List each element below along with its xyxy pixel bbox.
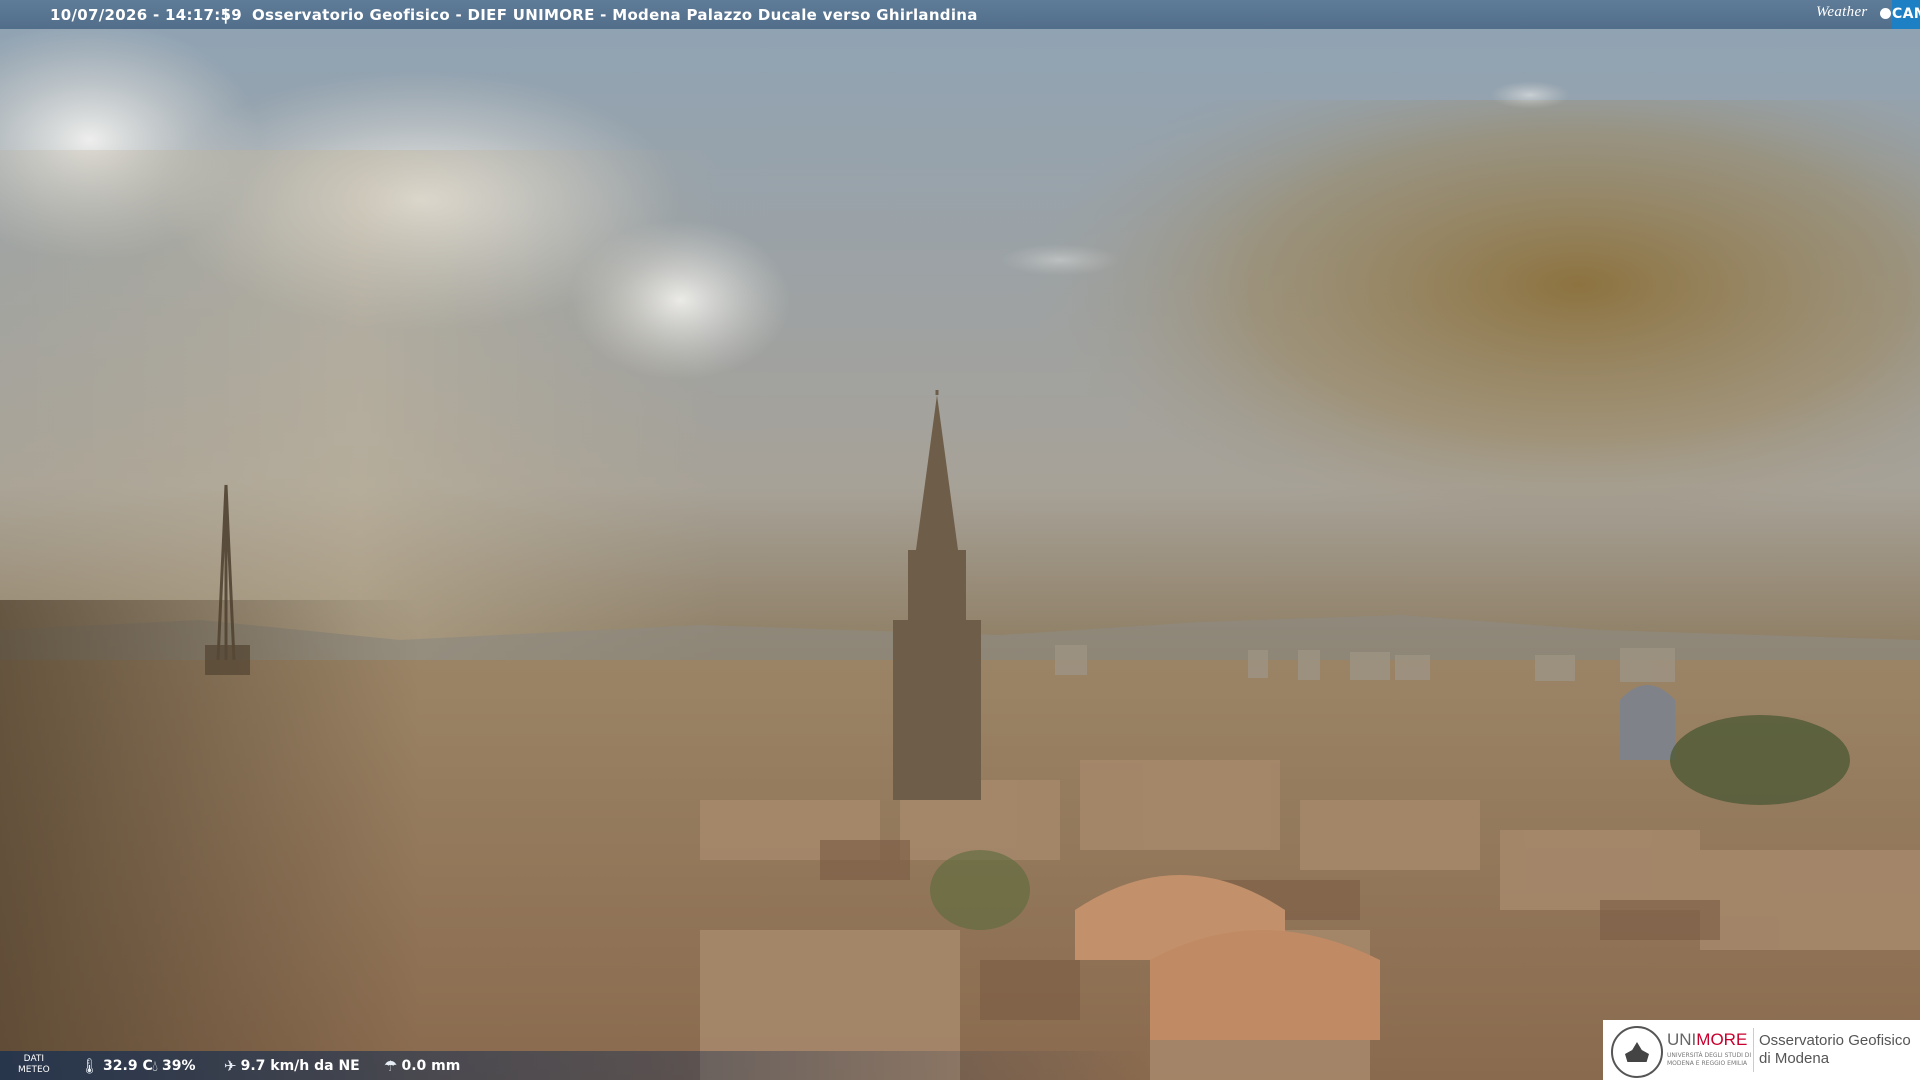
wind-reading: ✈︎ 9.7 km/h da NE — [224, 1057, 360, 1075]
station-title: Osservatorio Geofisico - DIEF UNIMORE - … — [252, 6, 978, 24]
observatory-name: Osservatorio Geofisico di Modena — [1759, 1032, 1911, 1067]
wind-icon: ✈︎ — [224, 1057, 237, 1075]
temperature-value: 32.9 C — [103, 1058, 153, 1074]
unimore-logo: UNIMORE UNIVERSITÀ DEGLI STUDI DI MODENA… — [1603, 1020, 1920, 1080]
thermometer-icon: 🌡︎ — [80, 1057, 100, 1075]
weather-data-label: DATI METEO — [18, 1054, 50, 1075]
header-separator: | — [223, 6, 229, 24]
wind-value: 9.7 km/h da NE — [240, 1058, 360, 1074]
university-seal-icon — [1611, 1026, 1663, 1078]
weathercam-logo: Weather CAM — [1816, 0, 1920, 29]
weathercam-dot-icon — [1880, 8, 1891, 19]
unimore-subtitle: UNIVERSITÀ DEGLI STUDI DI MODENA E REGGI… — [1667, 1052, 1752, 1067]
unimore-wordmark: UNIMORE — [1667, 1030, 1748, 1049]
timestamp: 10/07/2026 - 14:17:59 — [50, 6, 243, 24]
weathercam-logo-cam: CAM — [1892, 0, 1920, 29]
rain-reading: ☂︎ 0.0 mm — [384, 1057, 460, 1075]
logo-divider — [1753, 1028, 1754, 1072]
header-bar: 10/07/2026 - 14:17:59 | Osservatorio Geo… — [0, 0, 1920, 29]
humidity-drop-icon: 💧︎ — [152, 1057, 159, 1075]
rain-umbrella-icon: ☂︎ — [384, 1057, 398, 1075]
rain-value: 0.0 mm — [401, 1058, 461, 1074]
weathercam-logo-weather: Weather — [1816, 4, 1868, 20]
webcam-image — [0, 0, 1920, 1080]
humidity-value: 39% — [162, 1058, 196, 1074]
temperature-reading: 🌡︎ 32.9 C — [80, 1057, 153, 1075]
humidity-reading: 💧︎ 39% — [152, 1057, 196, 1075]
